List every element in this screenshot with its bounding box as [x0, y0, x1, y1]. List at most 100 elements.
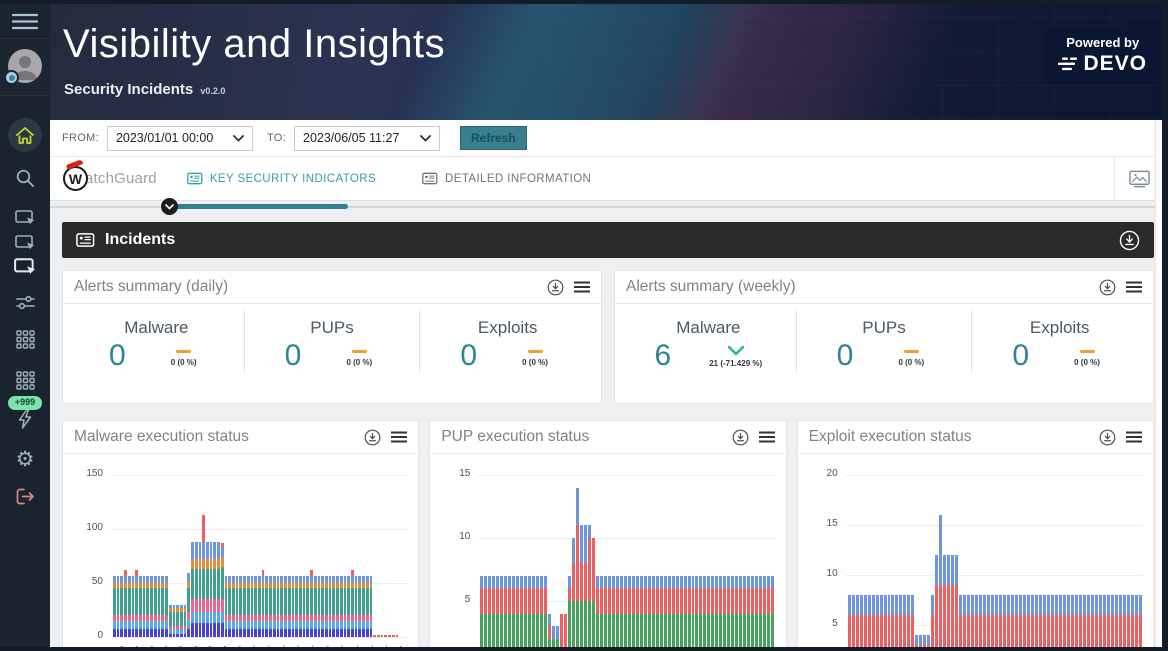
menu-icon: [12, 13, 38, 30]
stacked-bar: [668, 576, 671, 647]
refresh-button[interactable]: Refresh: [460, 126, 527, 150]
pup-chart: 15105: [440, 458, 777, 647]
stacked-bar: [377, 635, 380, 637]
sidebar-item-settings[interactable]: ⚙: [16, 449, 35, 470]
x-axis: DecJanJanJanFebFebFebFebMarMarMarMarAprA…: [113, 643, 406, 647]
stacked-bar: [692, 576, 695, 647]
panel-menu-icon[interactable]: [574, 281, 590, 293]
kpi-trend-text: 0 (0 %): [1074, 358, 1100, 367]
stacked-bar: [676, 576, 679, 647]
stacked-bar: [731, 576, 734, 647]
stacked-bar: [727, 576, 730, 647]
stacked-bar: [935, 555, 938, 647]
stacked-bar: [604, 576, 607, 647]
from-date-select[interactable]: 2023/01/01 00:00: [107, 126, 253, 151]
stacked-bar: [544, 576, 547, 647]
menu-button[interactable]: [0, 4, 50, 39]
stacked-bar: [347, 576, 350, 638]
panel-title: Alerts summary (daily): [74, 278, 537, 296]
kpi-value: 6: [655, 340, 672, 372]
sidebar-item-activeboard-3[interactable]: [14, 258, 37, 277]
panel-title: Malware execution status: [74, 428, 354, 446]
stacked-bar: [612, 576, 615, 647]
stacked-bar: [351, 570, 354, 637]
tab-scroll-indicator: [50, 201, 1162, 215]
panel-menu-icon[interactable]: [1126, 281, 1142, 293]
stacked-bar: [759, 576, 762, 647]
panel-menu-icon[interactable]: [759, 431, 775, 443]
tab-detailed-information[interactable]: DETAILED INFORMATION: [420, 168, 593, 189]
stacked-bar: [1127, 595, 1130, 647]
download-icon[interactable]: [547, 279, 564, 296]
stacked-bar: [876, 595, 879, 647]
stacked-bar: [703, 576, 706, 647]
panel-title: Exploit execution status: [809, 428, 1089, 446]
download-icon[interactable]: [1119, 230, 1140, 251]
download-icon[interactable]: [364, 429, 381, 446]
stacked-bar: [306, 576, 309, 638]
stacked-bar: [488, 576, 491, 647]
screen-share-icon: [14, 258, 37, 277]
stacked-bar: [652, 576, 655, 647]
panel-menu-icon[interactable]: [1126, 431, 1142, 443]
sidebar-item-apps[interactable]: [16, 330, 35, 349]
powered-by-label: Powered by: [1058, 35, 1147, 50]
sidebar-item-logout[interactable]: [16, 488, 35, 505]
sidebar-item-modules[interactable]: [16, 371, 35, 390]
sidebar-item-filters[interactable]: [16, 295, 35, 310]
sidebar-item-home[interactable]: [8, 118, 42, 152]
stacked-bar: [184, 605, 187, 637]
panel-menu-icon[interactable]: [391, 431, 407, 443]
stacked-bar: [516, 576, 519, 647]
stacked-bar: [165, 576, 168, 638]
stacked-bar: [336, 576, 339, 638]
stacked-bar: [556, 626, 559, 647]
stacked-bar: [1131, 595, 1134, 647]
stacked-bar: [187, 573, 190, 637]
stacked-bar: [362, 576, 365, 638]
stacked-bar: [314, 576, 317, 638]
stacked-bar: [1123, 595, 1126, 647]
stacked-bar: [508, 576, 511, 647]
tab-key-security-indicators[interactable]: KEY SECURITY INDICATORS: [185, 168, 378, 189]
bar-series: [113, 458, 406, 637]
stacked-bar: [695, 576, 698, 647]
trend-flat-icon: [352, 350, 367, 353]
scroll-knob[interactable]: [161, 198, 178, 215]
stacked-bar: [221, 543, 224, 637]
stacked-bar: [1011, 595, 1014, 647]
download-icon[interactable]: [1099, 429, 1116, 446]
stacked-bar: [195, 542, 198, 637]
scrollbar[interactable]: [1155, 120, 1162, 647]
stacked-bar: [251, 576, 254, 638]
stacked-bar: [1043, 595, 1046, 647]
page-header: Visibility and Insights Security Inciden…: [50, 4, 1162, 120]
to-date-select[interactable]: 2023/06/05 11:27: [294, 126, 440, 151]
stacked-bar: [1071, 595, 1074, 647]
stacked-bar: [310, 570, 313, 637]
trend-flat-icon: [528, 350, 543, 353]
sidebar-item-activeboard-1[interactable]: [15, 210, 36, 227]
stacked-bar: [1099, 595, 1102, 647]
stacked-bar: [1119, 595, 1122, 647]
user-avatar-button[interactable]: [0, 39, 50, 96]
stacked-bar: [124, 570, 127, 637]
stacked-bar: [899, 595, 902, 647]
stacked-bar: [329, 576, 332, 638]
stacked-bar: [239, 576, 242, 638]
sidebar-item-search[interactable]: [15, 168, 35, 188]
download-icon[interactable]: [732, 429, 749, 446]
kpi-pups: PUPs00 (0 %): [796, 310, 972, 372]
download-icon[interactable]: [1099, 279, 1116, 296]
stacked-bar: [392, 635, 395, 637]
stacked-bar: [963, 595, 966, 647]
y-axis-tick: 100: [73, 522, 103, 533]
stacked-bar: [388, 635, 391, 637]
stacked-bar: [719, 576, 722, 647]
sidebar-item-alerts[interactable]: [17, 409, 33, 429]
stacked-bar: [373, 635, 376, 637]
kpi-trend: 0 (0 %): [891, 345, 931, 367]
y-axis-tick: 0: [73, 630, 103, 641]
sidebar-item-activeboard-2[interactable]: [15, 235, 36, 252]
stacked-bar: [1103, 595, 1106, 647]
